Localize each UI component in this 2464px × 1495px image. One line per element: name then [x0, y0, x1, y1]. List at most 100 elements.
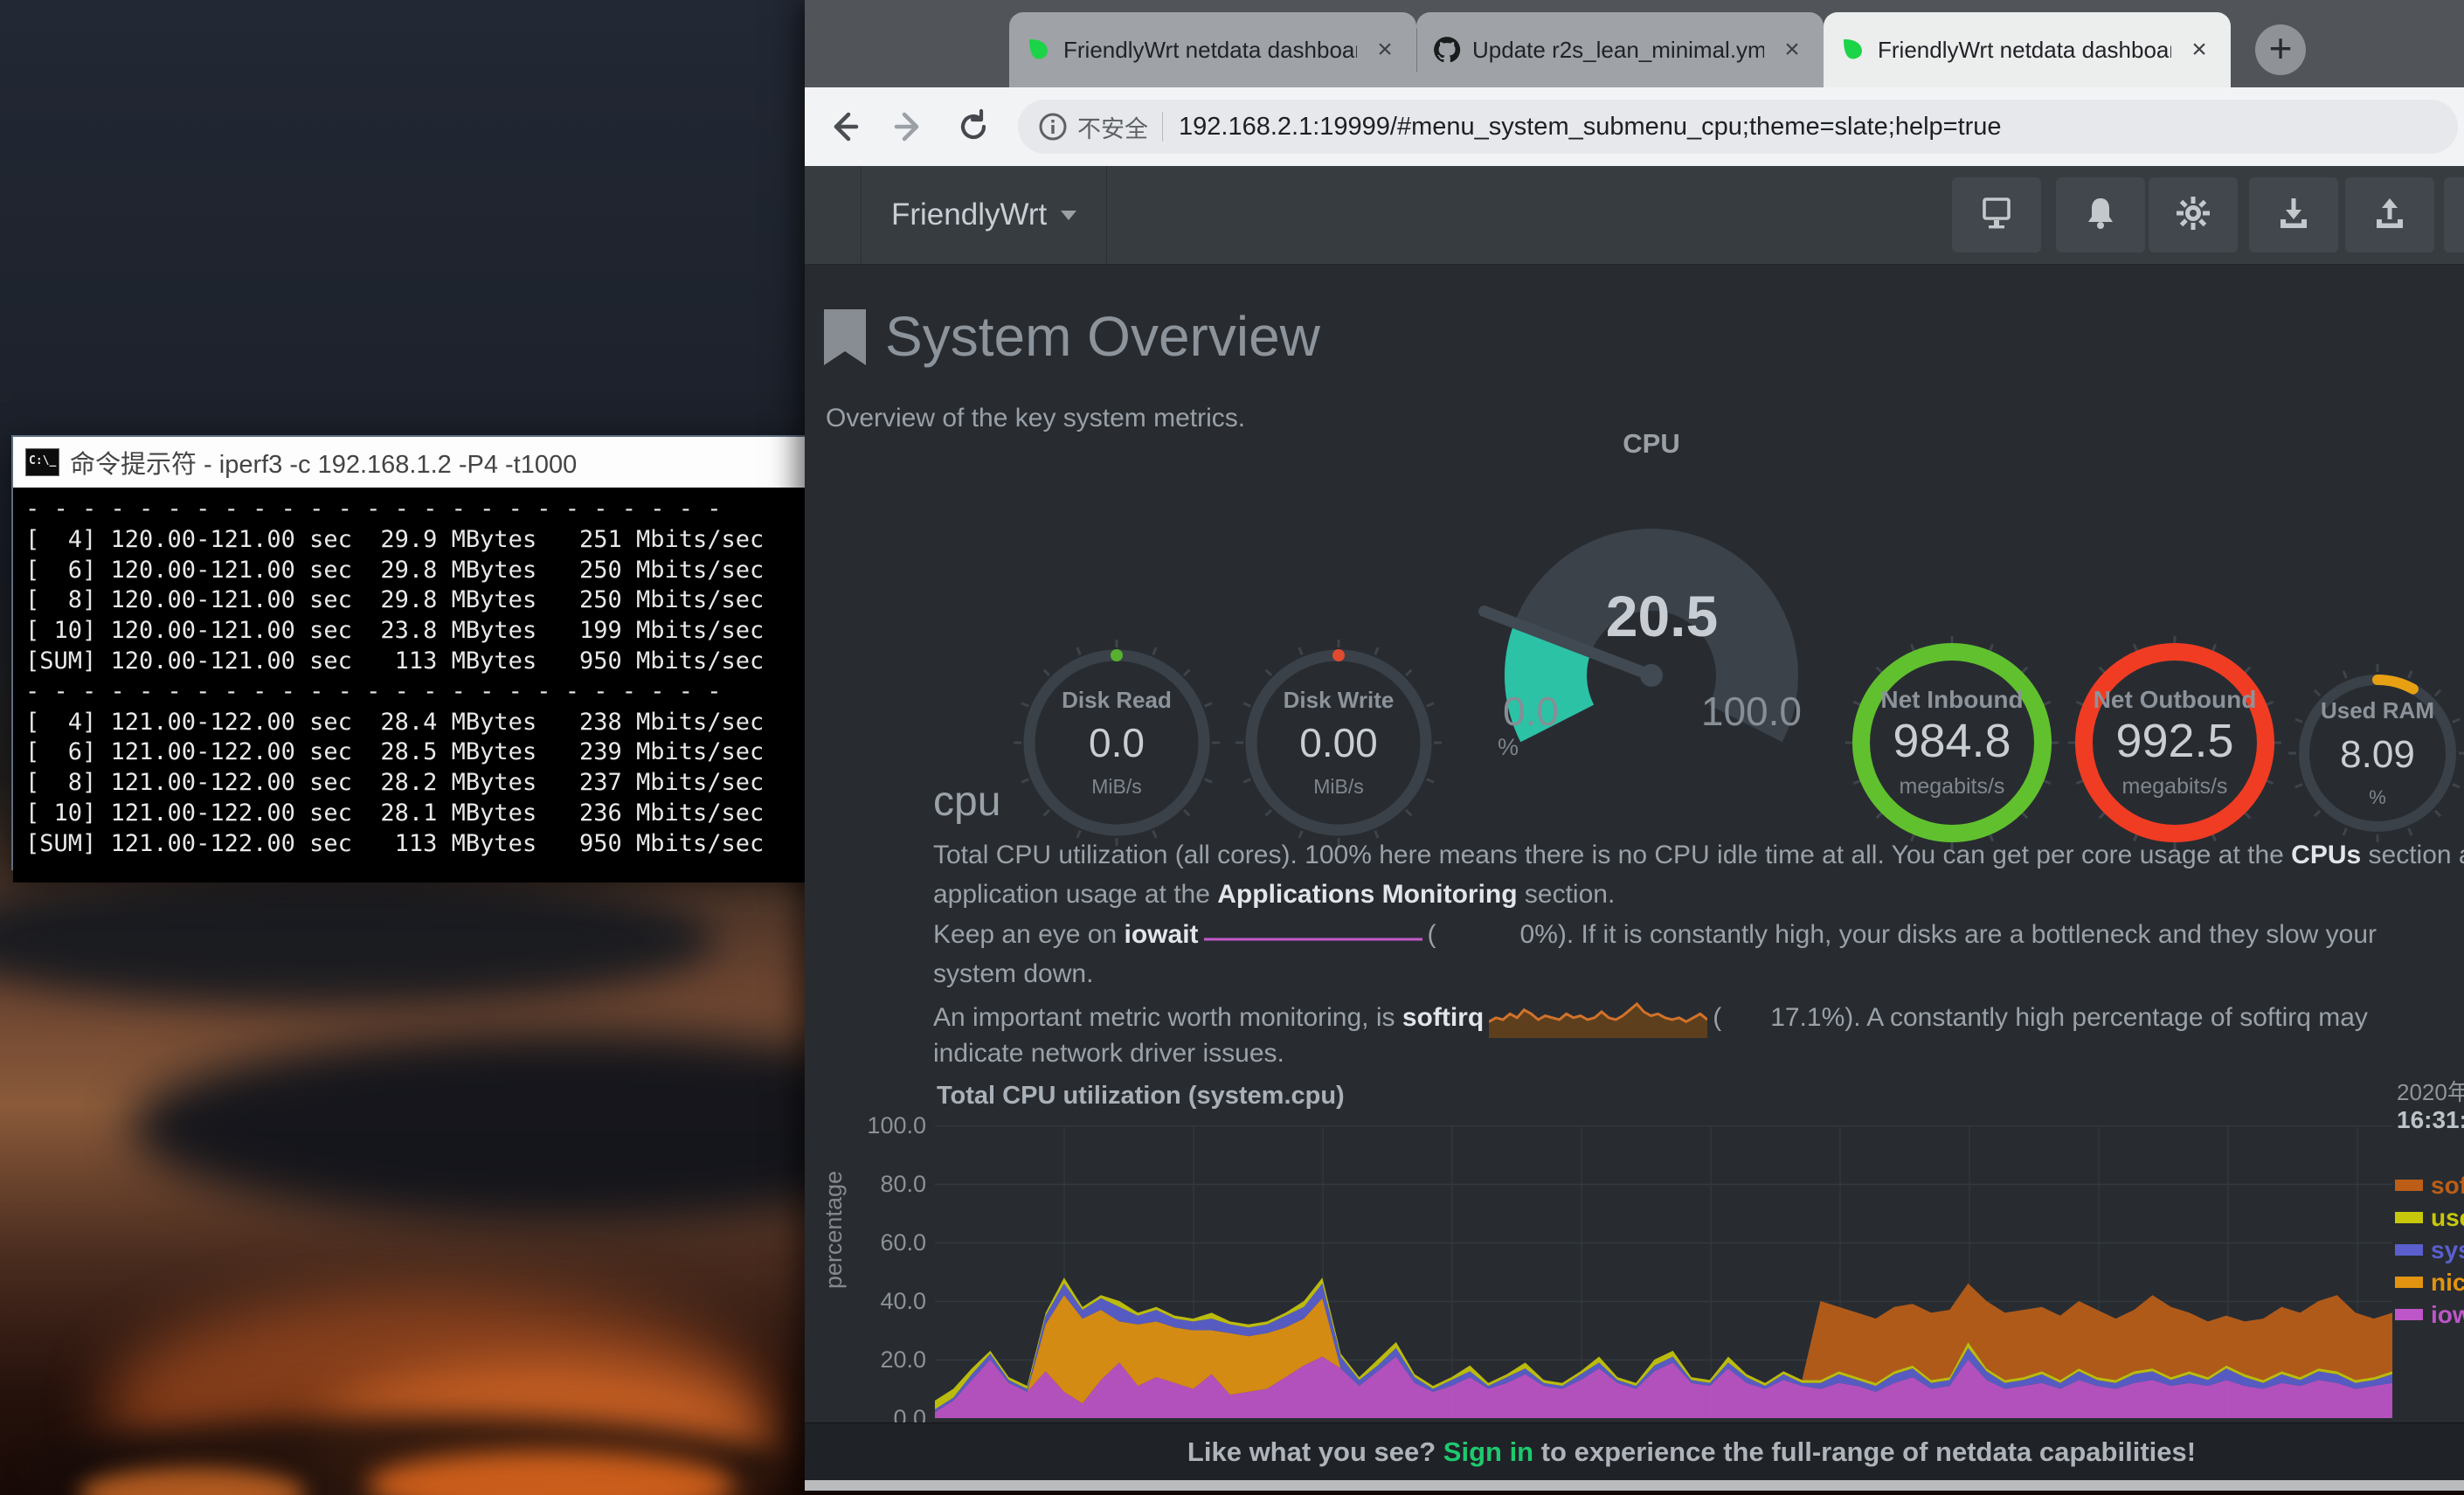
- browser-toolbar: 不安全 192.168.2.1:19999/#menu_system_subme…: [805, 87, 2464, 166]
- legend-label: iowait: [2431, 1301, 2464, 1329]
- cpu-description-line: system down.: [933, 959, 1093, 999]
- tab-2[interactable]: Update r2s_lean_minimal.yml · k ×: [1416, 12, 1824, 87]
- svg-text:992.5: 992.5: [2115, 715, 2233, 767]
- y-tick-label: 40.0: [853, 1288, 926, 1314]
- tab-1[interactable]: FriendlyWrt netdata dashboard×: [1009, 12, 1416, 87]
- cpu-description-line: An important metric worth monitoring, is…: [933, 1000, 2368, 1039]
- chart-y-axis-label: percentage: [820, 1171, 848, 1289]
- reload-button[interactable]: [948, 101, 999, 152]
- svg-text:%: %: [2369, 786, 2386, 808]
- section-title: System Overview: [885, 304, 1320, 369]
- legend-item-iowait[interactable]: iowait: [2395, 1298, 2464, 1331]
- iowait-sparkline[interactable]: [1204, 930, 1422, 942]
- tab-close-icon[interactable]: ×: [1776, 34, 1808, 66]
- legend-label: softirq: [2431, 1172, 2464, 1200]
- cpu-description-line: indicate network driver issues.: [933, 1039, 1284, 1078]
- text: system down.: [933, 959, 1093, 988]
- github-icon: [1432, 35, 1462, 65]
- netdata-logo-icon: [1839, 36, 1867, 64]
- inline-link[interactable]: CPUs: [2291, 841, 2361, 869]
- svg-text:MiB/s: MiB/s: [1091, 775, 1142, 798]
- back-button[interactable]: [819, 101, 869, 152]
- chart-timestamp-time: 16:31:21: [2397, 1106, 2464, 1134]
- svg-text:Used RAM: Used RAM: [2321, 697, 2434, 723]
- y-tick-label: 80.0: [853, 1171, 926, 1197]
- bookmark-icon: [822, 308, 868, 367]
- terminal-output: - - - - - - - - - - - - - - - - - - - - …: [25, 495, 829, 860]
- gauge-disk-write[interactable]: Disk Write0.00MiB/s: [1229, 633, 1448, 852]
- export-upload-button[interactable]: [2345, 177, 2434, 253]
- cpu-description-line: Keep an eye on iowait(0%). If it is cons…: [933, 920, 2377, 959]
- gauge-cpu[interactable]: 20.50.0100.0%: [1477, 461, 1826, 758]
- y-tick-label: 100.0: [853, 1112, 926, 1139]
- settings-gear-button[interactable]: [2149, 177, 2238, 253]
- svg-text:0.0: 0.0: [1089, 720, 1145, 765]
- netdata-page: FriendlyWrt System Overview Overview of …: [805, 166, 2464, 1480]
- screen-button[interactable]: [1952, 177, 2041, 253]
- tab-separator: [1416, 28, 1417, 72]
- signin-link[interactable]: Sign in: [1443, 1436, 1533, 1468]
- terminal-body[interactable]: - - - - - - - - - - - - - - - - - - - - …: [13, 488, 841, 882]
- softirq-sparkline[interactable]: [1489, 1000, 1707, 1038]
- svg-text:984.8: 984.8: [1893, 715, 2011, 767]
- terminal-window[interactable]: C:\_ 命令提示符 - iperf3 -c 192.168.1.2 -P4 -…: [11, 435, 843, 870]
- cpu-gauge-title: CPU: [1477, 428, 1826, 460]
- alarms-bell-button[interactable]: [2056, 177, 2145, 253]
- cpu-utilization-chart[interactable]: [935, 1125, 2392, 1422]
- node-selector-dropdown[interactable]: FriendlyWrt: [861, 166, 1107, 264]
- cpu-description-line: application usage at the Applications Mo…: [933, 880, 1615, 919]
- terminal-titlebar[interactable]: C:\_ 命令提示符 - iperf3 -c 192.168.1.2 -P4 -…: [13, 437, 841, 488]
- legend-swatch: [2395, 1212, 2423, 1223]
- forward-button[interactable]: [883, 101, 934, 152]
- export-upload-icon: [2371, 195, 2408, 236]
- text: section and per: [2361, 841, 2464, 869]
- svg-text:20.5: 20.5: [1606, 584, 1718, 648]
- settings-gear-icon: [2174, 194, 2212, 237]
- cmd-icon: C:\_: [25, 448, 59, 476]
- text: (: [1428, 920, 1436, 949]
- tab-3[interactable]: FriendlyWrt netdata dashboard×: [1824, 12, 2231, 87]
- gauge-used-ram[interactable]: Used RAM8.09%: [2268, 644, 2464, 862]
- print-button[interactable]: [2444, 177, 2464, 253]
- chart-legend: softirqusersystem nice iowait: [2395, 1169, 2464, 1331]
- chart-timestamp-date: 2020年3月20日: [2397, 1075, 2464, 1107]
- gauge-net-outbound[interactable]: Net Outbound992.5megabits/s: [2064, 632, 2286, 854]
- svg-text:0.0: 0.0: [1503, 689, 1559, 734]
- legend-item-nice[interactable]: nice: [2395, 1266, 2464, 1298]
- tab-close-icon[interactable]: ×: [2184, 34, 2215, 66]
- legend-swatch: [2395, 1244, 2423, 1256]
- address-bar[interactable]: 不安全 192.168.2.1:19999/#menu_system_subme…: [1018, 100, 2458, 154]
- text: Keep an eye on: [933, 920, 1125, 949]
- new-tab-button[interactable]: +: [2255, 24, 2306, 75]
- screen-icon: [1977, 194, 2016, 237]
- svg-text:Disk Read: Disk Read: [1062, 687, 1172, 713]
- text: An important metric worth monitoring, is: [933, 1003, 1402, 1032]
- legend-label: nice: [2431, 1269, 2464, 1297]
- netdata-logo-icon: [1025, 36, 1053, 64]
- text: 17.1%). A constantly high percentage of …: [1770, 1003, 2368, 1032]
- address-divider: [1162, 112, 1163, 142]
- import-download-icon: [2275, 195, 2312, 236]
- legend-item-user[interactable]: user: [2395, 1201, 2464, 1234]
- banner-text: Like what you see?: [1187, 1436, 1443, 1468]
- section-subtitle: Overview of the key system metrics.: [826, 404, 1245, 433]
- url-text[interactable]: 192.168.2.1:19999/#menu_system_submenu_c…: [1179, 113, 2002, 142]
- svg-text:Disk Write: Disk Write: [1284, 687, 1395, 713]
- cpu-description-line: Total CPU utilization (all cores). 100% …: [933, 841, 2464, 880]
- legend-item-system[interactable]: system: [2395, 1234, 2464, 1266]
- browser-window: FriendlyWrt netdata dashboard×Update r2s…: [805, 0, 2464, 1491]
- svg-text:100.0: 100.0: [1701, 689, 1802, 734]
- text: section.: [1518, 880, 1616, 909]
- gauge-disk-read[interactable]: Disk Read 0.0 MiB/s: [1007, 633, 1226, 852]
- tab-title: Update r2s_lean_minimal.yml · k: [1472, 37, 1764, 64]
- tab-close-icon[interactable]: ×: [1369, 34, 1401, 66]
- signin-banner: Like what you see? Sign in to experience…: [805, 1422, 2464, 1480]
- y-tick-label: 20.0: [853, 1346, 926, 1373]
- import-download-button[interactable]: [2249, 177, 2338, 253]
- text: application usage at the: [933, 880, 1217, 909]
- legend-item-softirq[interactable]: softirq: [2395, 1169, 2464, 1201]
- info-icon[interactable]: [1037, 111, 1069, 142]
- screen: C:\_ 命令提示符 - iperf3 -c 192.168.1.2 -P4 -…: [0, 0, 2464, 1495]
- inline-link[interactable]: Applications Monitoring: [1217, 880, 1517, 909]
- gauge-net-inbound[interactable]: Net Inbound984.8megabits/s: [1841, 632, 2063, 854]
